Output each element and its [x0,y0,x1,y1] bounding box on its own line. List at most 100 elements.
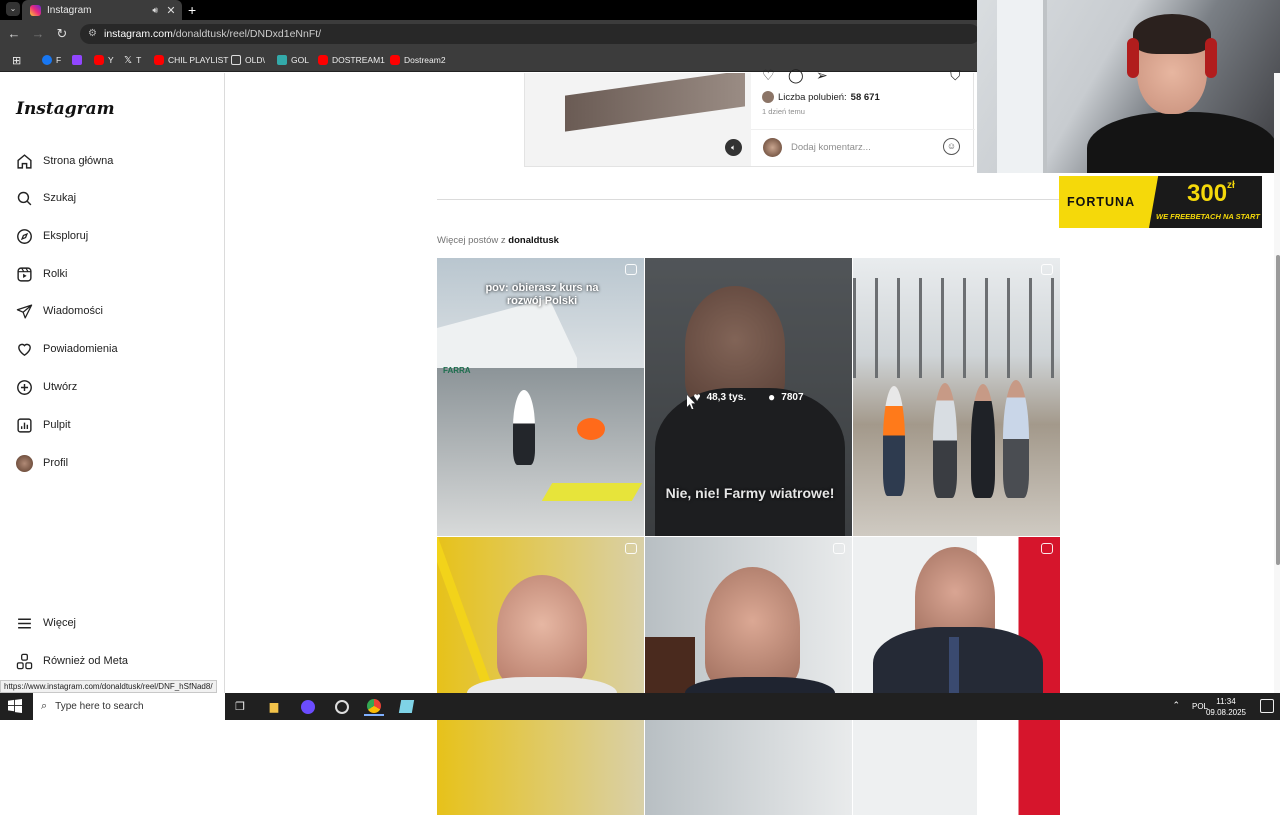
bookmark-folder-old[interactable]: OLD\ [231,48,265,72]
bookmark-dostream2[interactable]: Dostream2 [390,48,446,72]
app-icon[interactable] [396,697,416,716]
nav-item-more[interactable]: Więcej [16,611,206,635]
apps-grid-icon[interactable]: ⊞ [12,48,21,72]
instagram-logo[interactable]: Instagram [16,99,115,119]
ad-brand: FORTUNA [1067,195,1136,209]
reload-icon[interactable]: ↻ [50,20,74,48]
dashboard-icon [17,417,32,433]
nav-item-search[interactable]: Szukaj [16,186,206,210]
bookmark-chil-playlist[interactable]: CHIL PLAYLIST [154,48,228,72]
like-heart-icon[interactable]: ♡ [762,67,775,84]
person-face [705,567,800,687]
carousel-icon [1041,264,1053,275]
grid-post-hovered[interactable]: ♥ 48,3 tys. ● 7807 Nie, nie! Farmy wiatrow… [645,258,852,536]
nav-item-also-from-meta[interactable]: Również od Meta [16,649,206,673]
close-tab-icon[interactable]: ✕ [164,4,178,17]
post-stats: ♥ 48,3 tys. ● 7807 [645,390,852,404]
forward-arrow-icon[interactable]: → [26,20,50,48]
reel-icon [625,543,637,554]
bookmark-dostream1[interactable]: DOSTREAM1 [318,48,385,72]
post-date: 1 dzień temu [762,107,805,116]
url-field[interactable]: ⚙︎ instagram.com/donaldtusk/reel/DNDxd1e… [80,24,980,44]
nav-item-profile[interactable]: Profil [16,451,206,475]
bookmark-gol[interactable]: GOL [277,48,309,72]
likes-count[interactable]: Liczba polubień: 58 671 [762,91,880,103]
bookmark-x[interactable]: 𝕏T [124,48,141,72]
webcam-overlay [977,0,1280,173]
volume-icon[interactable]: 🔈︎ [725,139,742,156]
streamer-body [1087,112,1277,173]
grid-post[interactable] [437,537,644,815]
facebook-icon [42,55,52,65]
person-face [497,575,587,685]
scaffolding [853,278,1060,378]
chrome-icon[interactable] [364,697,384,716]
ad-tagline: WE FREEBETACH NA START [1156,212,1260,221]
back-arrow-icon[interactable]: ← [2,20,26,48]
compass-icon [17,228,32,244]
nav-item-explore[interactable]: Eksploruj [16,224,206,248]
nav-item-home[interactable]: Strona główna [16,149,206,173]
headphones-icon [1205,38,1217,78]
heart-filled-icon: ♥ [693,390,701,404]
heart-icon [18,343,31,356]
grid-post[interactable] [853,537,1060,815]
bookmark-youtube[interactable]: Y [94,48,114,72]
gol-icon [277,55,287,65]
tray-chevron-icon[interactable]: ⌃ [1172,700,1180,711]
search-icon [17,191,32,205]
comment-filled-icon: ● [768,390,776,404]
instagram-favicon-icon [30,4,41,16]
comment-input[interactable]: Dodaj komentarz... [791,142,871,153]
post-media[interactable]: 🔈︎ [525,73,751,166]
clock[interactable]: 11:34 09.08.2025 [1206,696,1246,718]
share-icon[interactable]: ➢ [816,67,828,84]
avatar [762,91,774,103]
bookmark-icon[interactable]: ⛉ [950,67,961,84]
username-link[interactable]: donaldtusk [508,235,559,246]
send-icon [16,303,33,319]
nav-item-reels[interactable]: Rolki [16,262,206,286]
tab-search-button[interactable]: ⌄ [6,2,20,16]
scrollbar-thumb[interactable] [1276,255,1280,565]
grid-post[interactable] [645,537,852,815]
bookmark-facebook[interactable]: F [42,48,61,72]
nav-item-create[interactable]: Utwórz [16,375,206,399]
fortuna-ad-banner[interactable]: FORTUNA 300zł WE FREEBETACH NA START [1059,176,1262,228]
menu-icon [18,618,31,628]
speaker-icon[interactable]: 🔊︎ [152,5,158,16]
emoji-icon[interactable]: ☺ [943,138,960,155]
notifications-icon[interactable] [1260,699,1274,713]
site-info-icon[interactable]: ⚙︎ [88,24,97,44]
new-tab-button[interactable]: + [188,0,196,20]
youtube-icon [154,55,164,65]
nav-item-dashboard[interactable]: Pulpit [16,413,206,437]
plus-icon [17,379,32,395]
task-view-icon[interactable]: ❐ [230,697,250,716]
twitch-icon [72,55,82,65]
grid-post[interactable] [853,258,1060,536]
taskbar-search-input[interactable]: ⌕ Type here to search [33,693,225,720]
nav-item-notifications[interactable]: Powiadomienia [16,337,206,361]
streamer-hair [1133,14,1211,54]
folder-icon [231,55,241,65]
tie [949,637,959,697]
app-icon[interactable] [332,697,352,716]
grid-post[interactable]: FARRA pov: obierasz kurs na rozwój Polsk… [437,258,644,536]
buoy [577,418,605,440]
browser-tab[interactable]: Instagram 🔊︎ ✕ [22,0,182,20]
comment-icon[interactable]: ◯ [788,67,804,84]
youtube-icon [390,55,400,65]
file-explorer-icon[interactable]: ▆ [264,697,284,716]
youtube-icon [318,55,328,65]
bookmark-twitch[interactable] [72,48,86,72]
person-figure [971,384,995,498]
reels-icon [17,266,32,282]
reel-icon [1041,543,1053,554]
tab-title: Instagram [47,4,92,16]
avatar [16,454,33,472]
app-icon[interactable] [298,697,318,716]
person-figure [513,390,535,465]
windows-start-icon[interactable] [8,699,22,713]
nav-item-messages[interactable]: Wiadomości [16,299,206,323]
